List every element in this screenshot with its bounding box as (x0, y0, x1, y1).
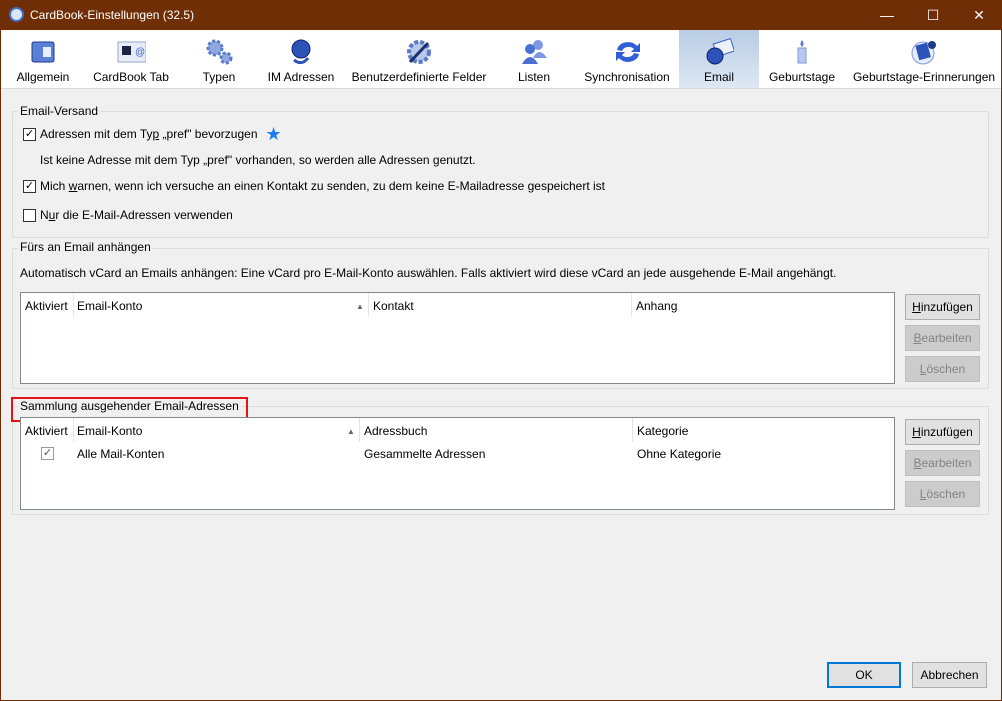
warn-label: Mich warnen, wenn ich versuche an einen … (40, 179, 605, 193)
address-book-icon (28, 38, 58, 66)
warn-checkbox-row[interactable]: ✓ Mich warnen, wenn ich versuche an eine… (23, 179, 605, 193)
tab-typen[interactable]: Typen (189, 30, 249, 88)
column-separator (73, 293, 74, 317)
dialog-body: Allgemein @ CardBook Tab Typen IM Adresse… (1, 30, 1001, 700)
tab-label: Geburtstage (768, 70, 836, 84)
sync-icon (612, 38, 642, 66)
calendar-rose-icon (909, 38, 939, 66)
column-separator (359, 418, 360, 442)
tab-label: Listen (517, 70, 551, 84)
column-separator (368, 293, 369, 317)
only-checkbox[interactable] (23, 208, 36, 222)
column-adressbuch[interactable]: Adressbuch (364, 424, 427, 438)
tab-email[interactable]: Email (679, 30, 759, 88)
maximize-button[interactable]: ☐ (910, 0, 956, 30)
column-aktiviert[interactable]: Aktiviert (25, 424, 68, 438)
only-checkbox-row[interactable]: Nur die E-Mail-Adressen verwenden (23, 208, 233, 222)
attach-description: Automatisch vCard an Emails anhängen: Ei… (20, 266, 837, 280)
column-separator (632, 418, 633, 442)
tab-label: Geburtstage-Erinnerungen (852, 70, 996, 84)
tab-geburtstage[interactable]: Geburtstage (765, 30, 839, 88)
tab-benutzerdefinierte-felder[interactable]: Benutzerdefinierte Felder (349, 30, 489, 88)
close-button[interactable]: ✕ (956, 0, 1002, 30)
users-icon (519, 38, 549, 66)
pref-checkbox[interactable]: ✓ (23, 127, 36, 141)
attach-add-button[interactable]: Hinzufügen (905, 294, 980, 320)
group-legend: Fürs an Email anhängen (18, 240, 153, 254)
tab-label: Allgemein (16, 70, 70, 84)
column-separator (73, 418, 74, 442)
column-anhang[interactable]: Anhang (636, 299, 677, 313)
tab-geburtstage-erinnerungen[interactable]: Geburtstage-Erinnerungen (851, 30, 997, 88)
tab-listen[interactable]: Listen (505, 30, 563, 88)
column-kategorie[interactable]: Kategorie (637, 424, 688, 438)
attach-edit-button[interactable]: Bearbeiten (905, 325, 980, 351)
collect-edit-button[interactable]: Bearbeiten (905, 450, 980, 476)
pref-hint: Ist keine Adresse mit dem Typ „pref" vor… (40, 153, 476, 167)
title-bar: CardBook-Einstellungen (32.5) — ☐ ✕ (0, 0, 1002, 30)
group-legend: Email-Versand (18, 104, 101, 118)
column-separator (631, 293, 632, 317)
attach-delete-button[interactable]: Löschen (905, 356, 980, 382)
tab-label: IM Adressen (267, 70, 335, 84)
contact-card-icon: @ (116, 38, 146, 66)
im-globe-icon (286, 38, 316, 66)
row-account: Alle Mail-Konten (77, 447, 165, 461)
sort-ascending-icon: ▲ (356, 302, 364, 311)
column-email-konto[interactable]: Email-Konto (77, 424, 142, 438)
ok-button[interactable]: OK (827, 662, 901, 688)
cancel-button[interactable]: Abbrechen (912, 662, 987, 688)
tab-label: Typen (202, 70, 236, 84)
collect-add-button[interactable]: Hinzufügen (905, 419, 980, 445)
row-enabled-checkbox[interactable]: ✓ (41, 447, 54, 460)
pref-label: Adressen mit dem Typ „pref" bevorzugen (40, 127, 258, 141)
tab-label: Benutzerdefinierte Felder (351, 70, 487, 84)
category-toolbar: Allgemein @ CardBook Tab Typen IM Adresse… (1, 30, 1001, 89)
warn-checkbox[interactable]: ✓ (23, 179, 36, 193)
tab-im-adressen[interactable]: IM Adressen (263, 30, 339, 88)
sort-ascending-icon: ▲ (347, 427, 355, 436)
email-globe-icon (704, 38, 734, 66)
minimize-button[interactable]: — (864, 0, 910, 30)
collect-list[interactable]: Aktiviert Email-Konto ▲ Adressbuch Kateg… (20, 417, 895, 510)
gears-icon (204, 38, 234, 66)
column-aktiviert[interactable]: Aktiviert (25, 299, 68, 313)
tab-label: CardBook Tab (93, 70, 169, 84)
column-kontakt[interactable]: Kontakt (373, 299, 414, 313)
window-title: CardBook-Einstellungen (32.5) (30, 8, 195, 22)
attach-list[interactable]: Aktiviert Email-Konto ▲ Kontakt Anhang (20, 292, 895, 384)
collect-delete-button[interactable]: Löschen (905, 481, 980, 507)
svg-text:@: @ (135, 47, 145, 58)
wrench-gear-icon (404, 38, 434, 66)
pref-checkbox-row[interactable]: ✓ Adressen mit dem Typ „pref" bevorzugen… (23, 124, 282, 144)
row-addressbook: Gesammelte Adressen (364, 447, 486, 461)
tab-allgemein[interactable]: Allgemein (5, 30, 81, 88)
candle-icon (787, 38, 817, 66)
tab-cardbook-tab[interactable]: @ CardBook Tab (85, 30, 177, 88)
star-icon: ★ (265, 124, 282, 144)
row-category: Ohne Kategorie (637, 447, 722, 461)
tab-label: Email (703, 70, 734, 84)
tab-synchronisation[interactable]: Synchronisation (581, 30, 673, 88)
app-icon (9, 7, 24, 22)
table-row[interactable]: ✓ Alle Mail-Konten Gesammelte Adressen O… (21, 444, 894, 464)
column-email-konto[interactable]: Email-Konto (77, 299, 142, 313)
only-label: Nur die E-Mail-Adressen verwenden (40, 208, 233, 222)
tab-label: Synchronisation (584, 70, 670, 84)
